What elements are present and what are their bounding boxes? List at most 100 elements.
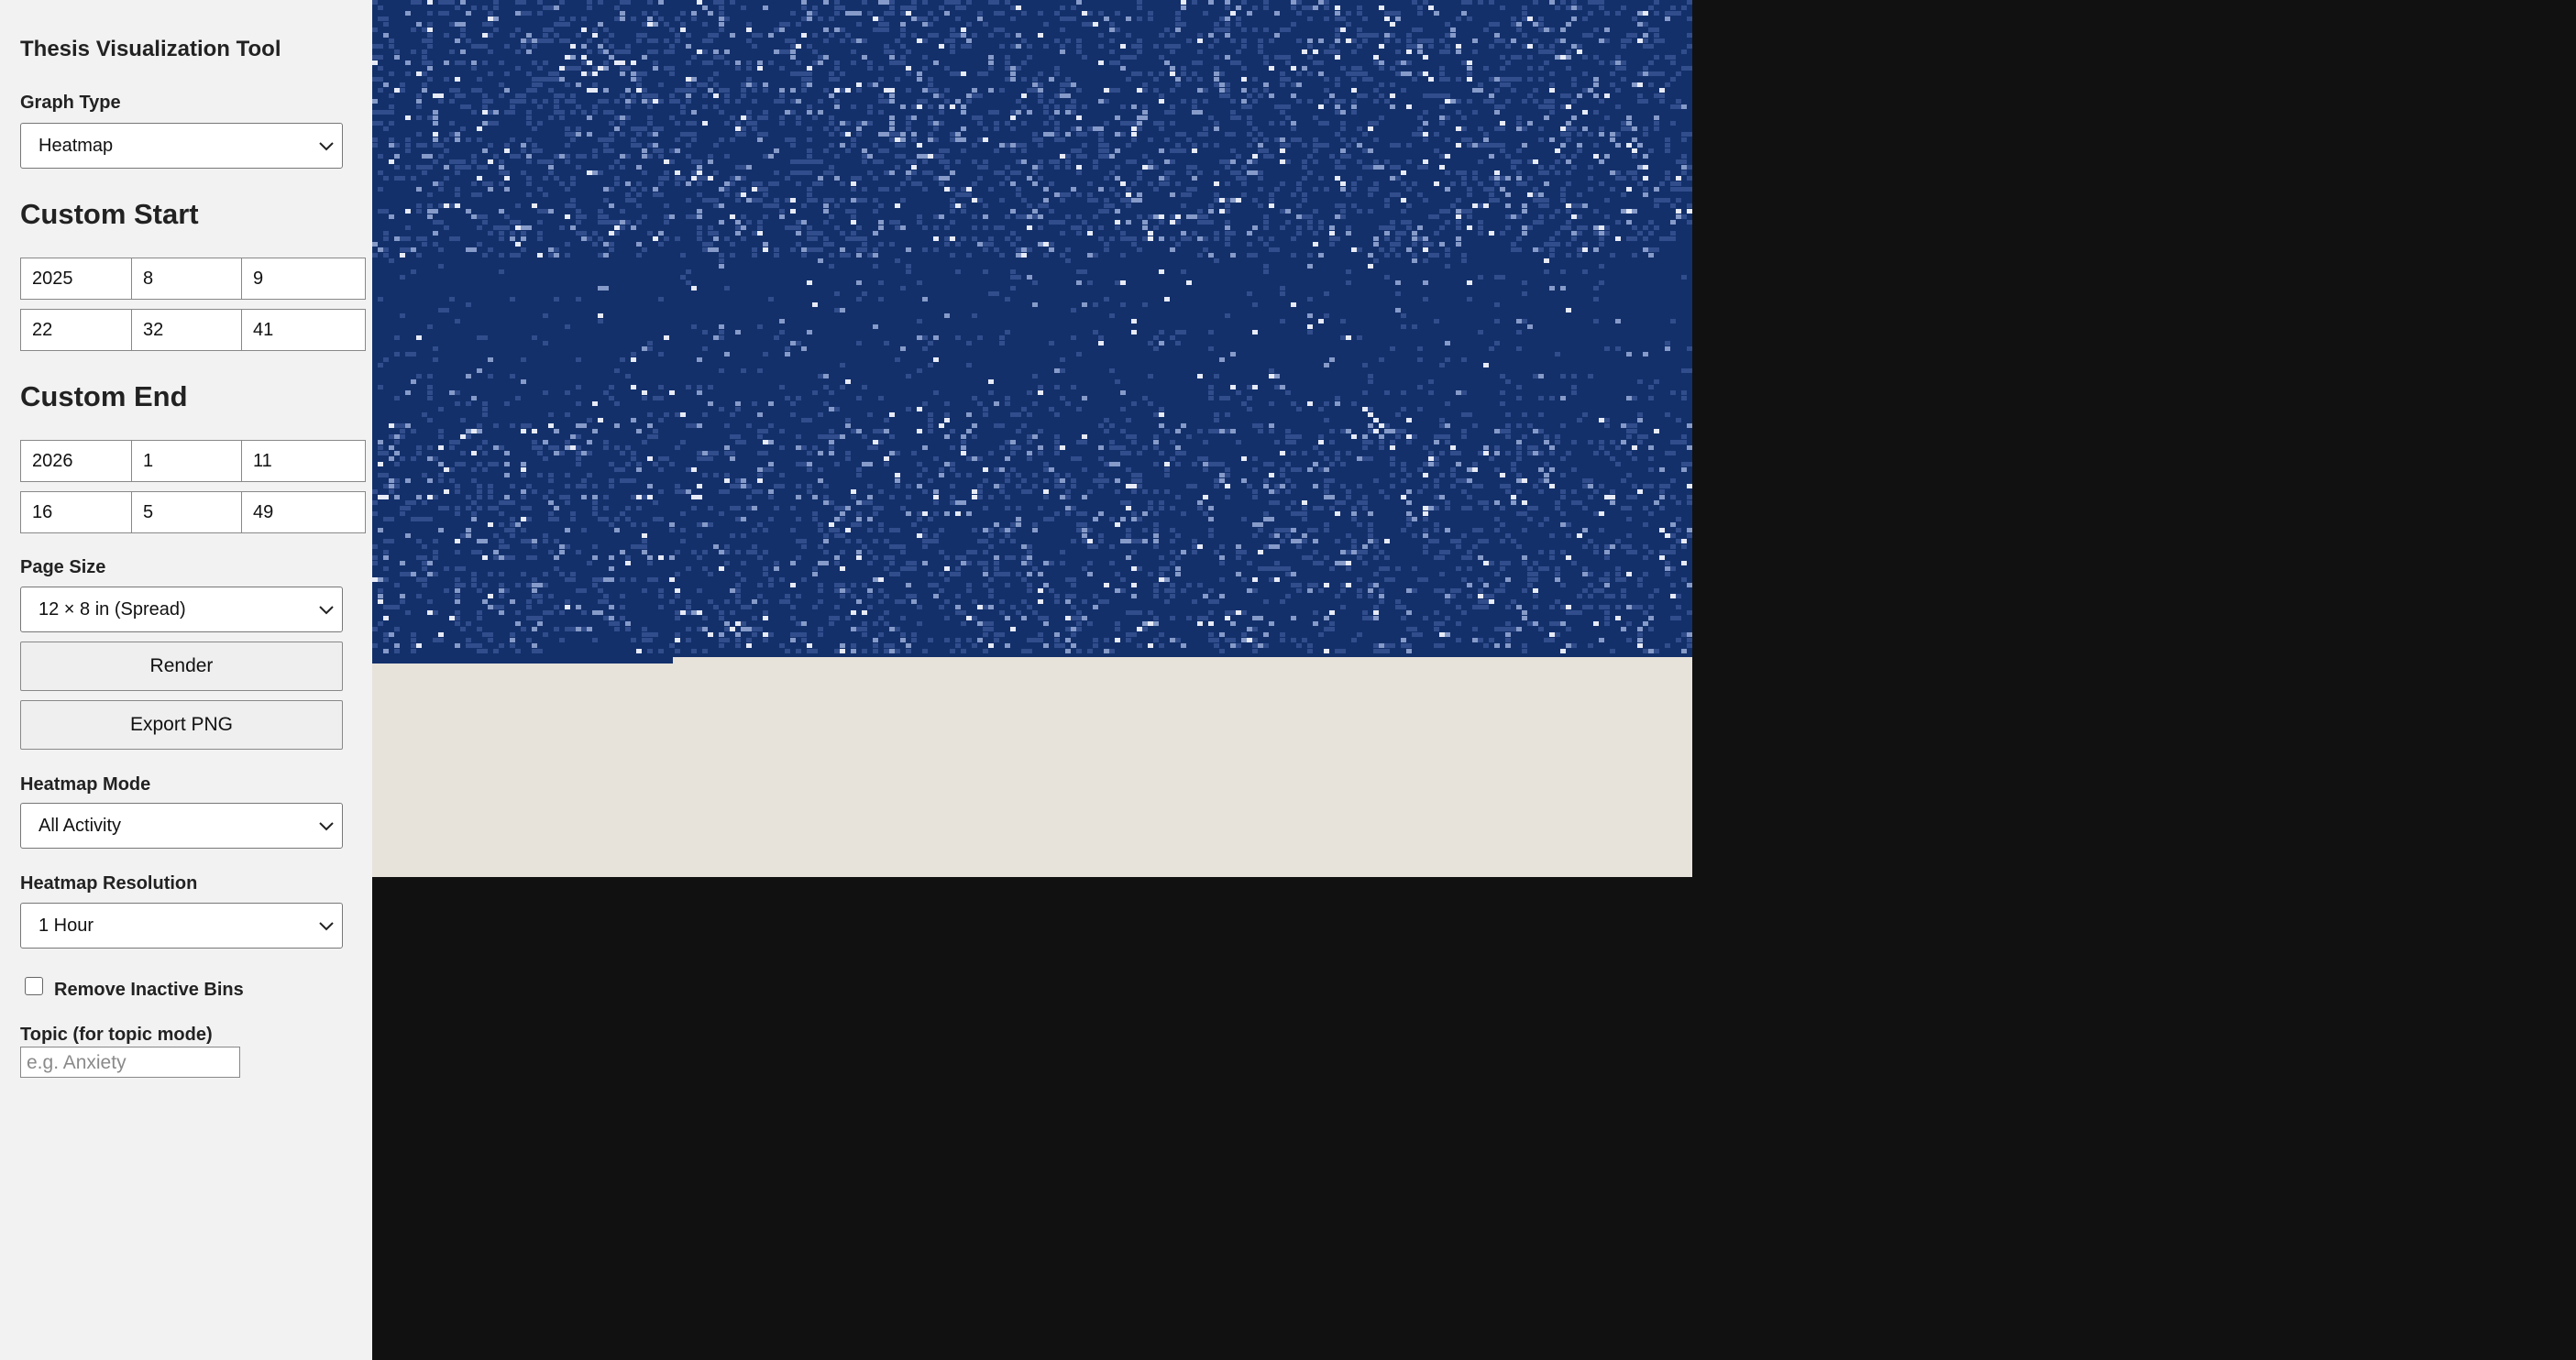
heatmap-cell bbox=[1175, 82, 1181, 87]
heatmap-cell bbox=[713, 198, 719, 203]
end-day-input[interactable]: 11 bbox=[241, 440, 366, 482]
remove-inactive-checkbox[interactable] bbox=[25, 977, 43, 995]
heatmap-cell bbox=[1571, 165, 1577, 170]
start-day-input[interactable]: 9 bbox=[241, 258, 366, 300]
heatmap-cell bbox=[1439, 209, 1445, 214]
heatmap-cell bbox=[1582, 528, 1588, 532]
end-second-input[interactable]: 49 bbox=[241, 491, 366, 533]
end-minute-input[interactable]: 5 bbox=[131, 491, 242, 533]
heatmap-cell bbox=[1566, 181, 1571, 186]
heatmap-cell bbox=[1450, 467, 1456, 472]
heatmap-cell bbox=[829, 522, 834, 527]
heatmap-cell bbox=[1324, 401, 1329, 406]
heatmap-cell bbox=[653, 236, 658, 241]
heatmap-cell bbox=[1241, 456, 1247, 461]
heatmap-cell bbox=[1401, 181, 1406, 186]
heatmap-cell bbox=[1445, 247, 1450, 252]
heatmap-resolution-select[interactable]: 1 Hour bbox=[20, 903, 343, 949]
heatmap-cell bbox=[460, 462, 466, 466]
end-month-input[interactable]: 1 bbox=[131, 440, 242, 482]
heatmap-cell bbox=[1505, 203, 1511, 208]
end-year-input[interactable]: 2026 bbox=[20, 440, 132, 482]
heatmap-cell bbox=[504, 555, 510, 560]
heatmap-cell bbox=[1219, 209, 1225, 214]
heatmap-cell bbox=[1533, 484, 1538, 488]
heatmap-cell bbox=[658, 297, 664, 302]
heatmap-cell bbox=[966, 44, 972, 49]
heatmap-cell bbox=[1467, 137, 1472, 142]
heatmap-cell bbox=[1186, 187, 1192, 192]
heatmap-cell bbox=[614, 401, 620, 406]
heatmap-cell bbox=[724, 60, 730, 65]
start-month-input[interactable]: 8 bbox=[131, 258, 242, 300]
heatmap-cell bbox=[658, 489, 664, 494]
heatmap-cell bbox=[1324, 313, 1329, 318]
heatmap-cell bbox=[1208, 429, 1214, 433]
heatmap-cell bbox=[1247, 93, 1252, 98]
heatmap-cell bbox=[1241, 88, 1247, 93]
heatmap-cell bbox=[1362, 407, 1368, 411]
remove-inactive-label[interactable]: Remove Inactive Bins bbox=[54, 980, 244, 1001]
heatmap-cell bbox=[471, 451, 477, 455]
heatmap-cell bbox=[1500, 473, 1505, 477]
heatmap-cell bbox=[1566, 253, 1571, 258]
heatmap-cell bbox=[1302, 192, 1307, 197]
topic-input[interactable]: e.g. Anxiety bbox=[20, 1047, 240, 1078]
heatmap-cell bbox=[790, 99, 796, 104]
heatmap-cell bbox=[1208, 385, 1214, 389]
start-second-input[interactable]: 41 bbox=[241, 309, 366, 351]
heatmap-cell bbox=[587, 451, 592, 455]
heatmap-cell bbox=[669, 49, 675, 54]
heatmap-cell bbox=[746, 115, 752, 120]
heatmap-cell bbox=[482, 467, 488, 472]
chevron-down-icon bbox=[319, 606, 334, 615]
heatmap-cell bbox=[1423, 462, 1428, 466]
heatmap-cell bbox=[1560, 511, 1566, 516]
heatmap-cell bbox=[1203, 467, 1208, 472]
heatmap-cell bbox=[746, 495, 752, 499]
start-minute-input[interactable]: 32 bbox=[131, 309, 242, 351]
heatmap-cell bbox=[1500, 38, 1505, 43]
heatmap-cell bbox=[1071, 104, 1076, 109]
heatmap-cell bbox=[1516, 489, 1522, 494]
heatmap-cell bbox=[1170, 550, 1175, 554]
end-hour-input[interactable]: 16 bbox=[20, 491, 132, 533]
heatmap-cell bbox=[730, 242, 735, 247]
export-png-button[interactable]: Export PNG bbox=[20, 700, 343, 750]
heatmap-cell bbox=[1126, 236, 1131, 241]
heatmap-cell bbox=[1390, 104, 1395, 109]
heatmap-cell bbox=[1137, 451, 1142, 455]
heatmap-cell bbox=[1082, 533, 1087, 538]
heatmap-cell bbox=[829, 429, 834, 433]
heatmap-cell bbox=[884, 49, 889, 54]
start-year-input[interactable]: 2025 bbox=[20, 258, 132, 300]
heatmap-cell bbox=[1412, 181, 1417, 186]
heatmap-mode-select[interactable]: All Activity bbox=[20, 803, 343, 849]
heatmap-cell bbox=[625, 445, 631, 450]
heatmap-cell bbox=[1186, 280, 1192, 285]
heatmap-cell bbox=[1632, 154, 1637, 159]
heatmap-cell bbox=[1511, 242, 1516, 247]
heatmap-cell bbox=[1599, 484, 1604, 488]
heatmap-cell bbox=[537, 220, 543, 225]
heatmap-cell bbox=[1401, 60, 1406, 65]
heatmap-cell bbox=[603, 38, 609, 43]
heatmap-cell bbox=[1285, 506, 1291, 510]
heatmap-cell bbox=[1643, 44, 1648, 49]
heatmap-cell bbox=[1648, 253, 1654, 258]
heatmap-cell bbox=[1637, 82, 1643, 87]
heatmap-cell bbox=[818, 451, 823, 455]
render-button[interactable]: Render bbox=[20, 642, 343, 691]
heatmap-cell bbox=[427, 203, 433, 208]
heatmap-cell bbox=[521, 236, 526, 241]
heatmap-cell bbox=[1225, 209, 1230, 214]
page-size-select[interactable]: 12 × 8 in (Spread) bbox=[20, 587, 343, 632]
heatmap-cell bbox=[873, 209, 878, 214]
graph-type-select[interactable]: Heatmap bbox=[20, 123, 343, 169]
heatmap-cell bbox=[1104, 198, 1109, 203]
heatmap-cell bbox=[1010, 269, 1016, 274]
heatmap-cell bbox=[1120, 55, 1126, 60]
heatmap-cell bbox=[427, 445, 433, 450]
start-hour-input[interactable]: 22 bbox=[20, 309, 132, 351]
heatmap-cell bbox=[504, 214, 510, 219]
